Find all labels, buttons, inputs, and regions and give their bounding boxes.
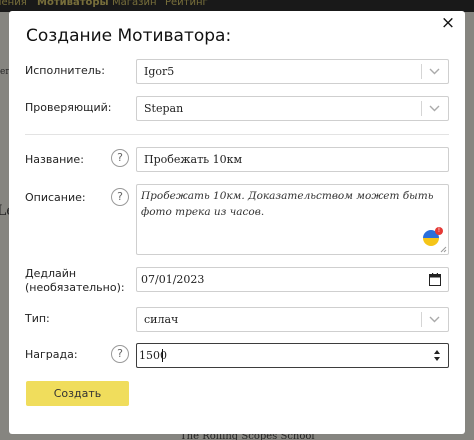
chevron-down-icon[interactable] xyxy=(428,312,441,326)
close-button[interactable]: × xyxy=(439,13,457,33)
description-label: Описание: xyxy=(25,191,86,204)
name-label: Название: xyxy=(25,153,84,166)
reward-number-input[interactable]: 1500 xyxy=(136,343,449,368)
help-icon[interactable]: ? xyxy=(111,149,129,167)
type-value: силач xyxy=(144,313,179,326)
description-textarea[interactable]: Пробежать 10км. Доказательством может бы… xyxy=(136,184,449,255)
type-label: Тип: xyxy=(25,312,50,325)
select-separator xyxy=(421,64,422,79)
reviewer-label: Проверяющий: xyxy=(25,101,112,114)
select-separator xyxy=(421,312,422,327)
resize-handle-icon[interactable] xyxy=(440,246,447,253)
executor-label: Исполнитель: xyxy=(25,64,105,77)
deadline-label: Дедлайн (необязательно): xyxy=(25,267,125,295)
extension-badge: ! xyxy=(435,227,443,235)
reward-label: Награда: xyxy=(25,348,78,361)
number-spinner-icon[interactable] xyxy=(433,348,441,363)
create-button[interactable]: Создать xyxy=(26,381,129,406)
help-icon[interactable]: ? xyxy=(111,345,129,363)
chevron-down-icon[interactable] xyxy=(428,101,441,115)
deadline-label-line2: (необязательно): xyxy=(25,281,125,294)
divider xyxy=(25,134,449,135)
create-motivator-modal: × Создание Мотиватора: Исполнитель: Igor… xyxy=(9,11,465,434)
reviewer-select[interactable]: Stepan xyxy=(136,96,449,121)
help-icon[interactable]: ? xyxy=(111,188,129,206)
deadline-value: 07/01/2023 xyxy=(141,273,205,286)
chevron-down-icon[interactable] xyxy=(428,64,441,78)
deadline-date-input[interactable]: 07/01/2023 xyxy=(136,267,449,292)
deadline-label-line1: Дедлайн xyxy=(25,267,77,280)
type-select[interactable]: силач xyxy=(136,307,449,332)
name-input[interactable]: Пробежать 10км xyxy=(136,147,449,172)
reviewer-value: Stepan xyxy=(144,102,184,115)
description-value: Пробежать 10км. Доказательством может бы… xyxy=(141,190,434,218)
select-separator xyxy=(421,101,422,116)
text-caret xyxy=(162,349,163,362)
executor-select[interactable]: Igor5 xyxy=(136,59,449,84)
name-value: Пробежать 10км xyxy=(144,153,243,166)
executor-value: Igor5 xyxy=(144,65,175,78)
modal-title: Создание Мотиватора: xyxy=(26,26,232,46)
calendar-icon[interactable] xyxy=(429,273,441,286)
